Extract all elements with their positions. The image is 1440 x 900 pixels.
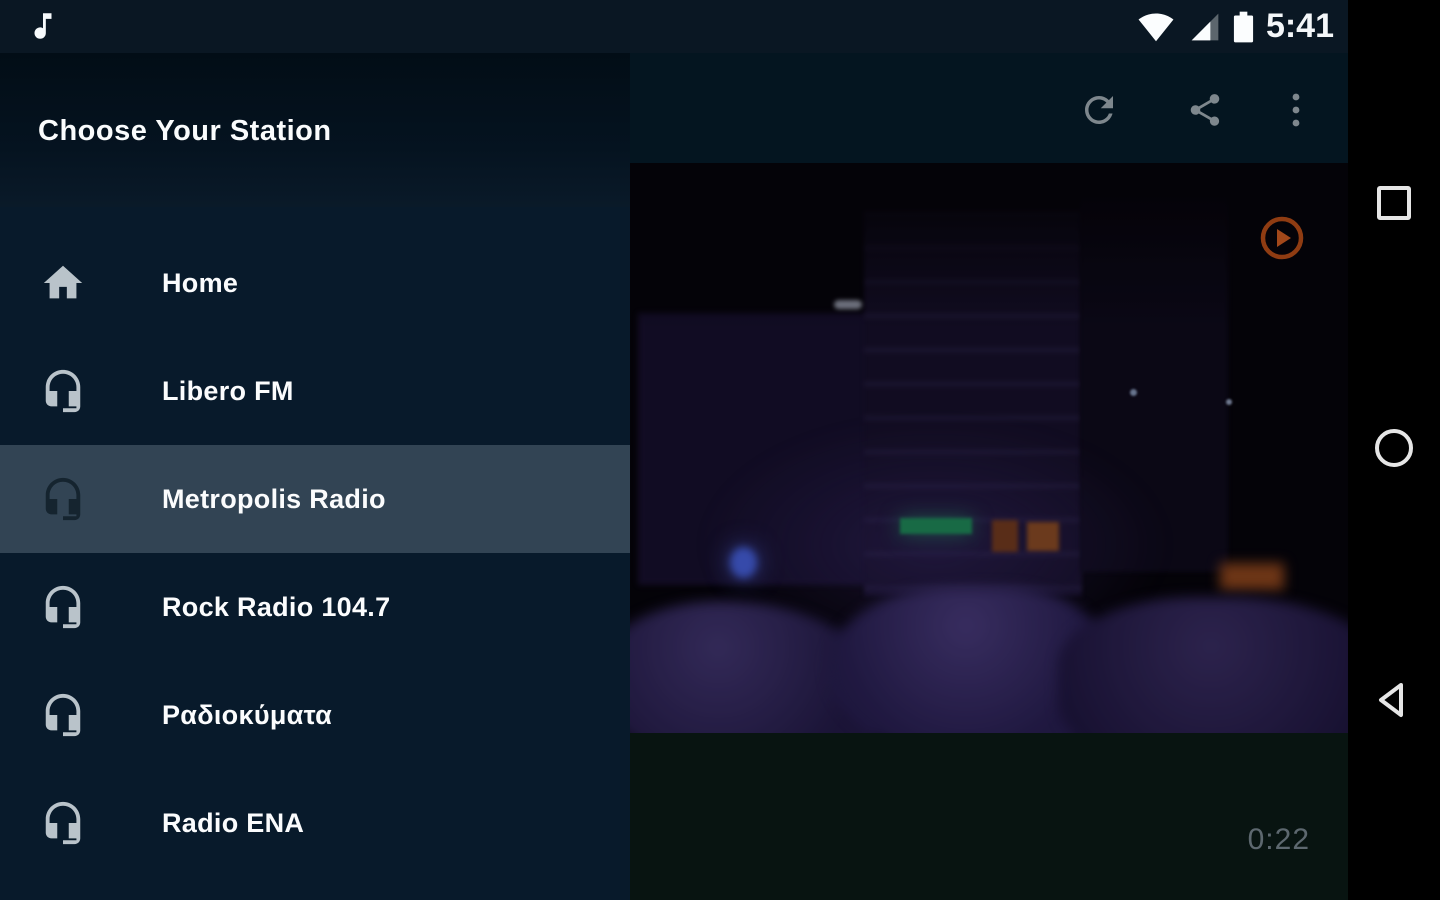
home-circle-icon[interactable] — [1375, 429, 1413, 467]
drawer-item-label: Radio ENA — [162, 807, 305, 838]
scene-dim-overlay — [630, 163, 1348, 733]
house-icon — [40, 260, 86, 306]
player-toolbar — [630, 53, 1348, 163]
drawer-item-label: Ραδιοκύματα — [162, 699, 333, 730]
wifi-icon — [1138, 13, 1174, 41]
drawer-item-libero-fm[interactable]: Libero FM — [0, 337, 630, 445]
status-bar: 5:41 — [0, 0, 1348, 53]
drawer-item-label: Libero FM — [162, 375, 294, 406]
drawer-item-radiokymata[interactable]: Ραδιοκύματα — [0, 661, 630, 769]
station-list: Home Libero FM Metropolis Radio Rock Rad… — [0, 207, 630, 900]
drawer-title: Choose Your Station — [38, 115, 332, 147]
drawer-item-home[interactable]: Home — [0, 229, 630, 337]
system-nav-bar — [1348, 0, 1440, 900]
drawer-item-label: Rock Radio 104.7 — [162, 591, 391, 622]
drawer-header: Choose Your Station — [0, 53, 630, 207]
headset-icon — [40, 800, 86, 846]
battery-icon — [1233, 11, 1254, 42]
player-lower-area: 0:22 — [630, 733, 1348, 900]
headset-icon — [40, 368, 86, 414]
overflow-menu-icon[interactable] — [1282, 90, 1310, 135]
navigation-drawer: Choose Your Station Home Libero FM Metro… — [0, 53, 630, 900]
drawer-item-rock-radio[interactable]: Rock Radio 104.7 — [0, 553, 630, 661]
video-surface[interactable] — [630, 163, 1348, 733]
app-screen: 5:41 Choose Your Station Home Libero FM — [0, 0, 1440, 900]
cellular-signal-icon — [1191, 13, 1219, 40]
elapsed-time: 0:22 — [1247, 823, 1310, 856]
headset-icon — [40, 692, 86, 738]
recents-square-icon[interactable] — [1377, 186, 1411, 220]
back-triangle-icon[interactable] — [1372, 678, 1416, 722]
play-icon[interactable] — [1259, 215, 1305, 261]
headset-icon — [40, 476, 86, 522]
drawer-item-label: Metropolis Radio — [162, 483, 386, 514]
share-icon[interactable] — [1186, 91, 1224, 134]
status-bar-right-cluster: 5:41 — [1134, 0, 1334, 53]
status-time: 5:41 — [1265, 7, 1334, 45]
drawer-item-metropolis-radio[interactable]: Metropolis Radio — [0, 445, 630, 553]
drawer-item-label: Home — [162, 267, 239, 298]
drawer-item-radio-ena[interactable]: Radio ENA — [0, 769, 630, 877]
headset-icon — [40, 584, 86, 630]
refresh-icon[interactable] — [1078, 89, 1120, 136]
music-note-icon — [34, 13, 52, 39]
player-panel: 0:22 — [630, 53, 1348, 900]
